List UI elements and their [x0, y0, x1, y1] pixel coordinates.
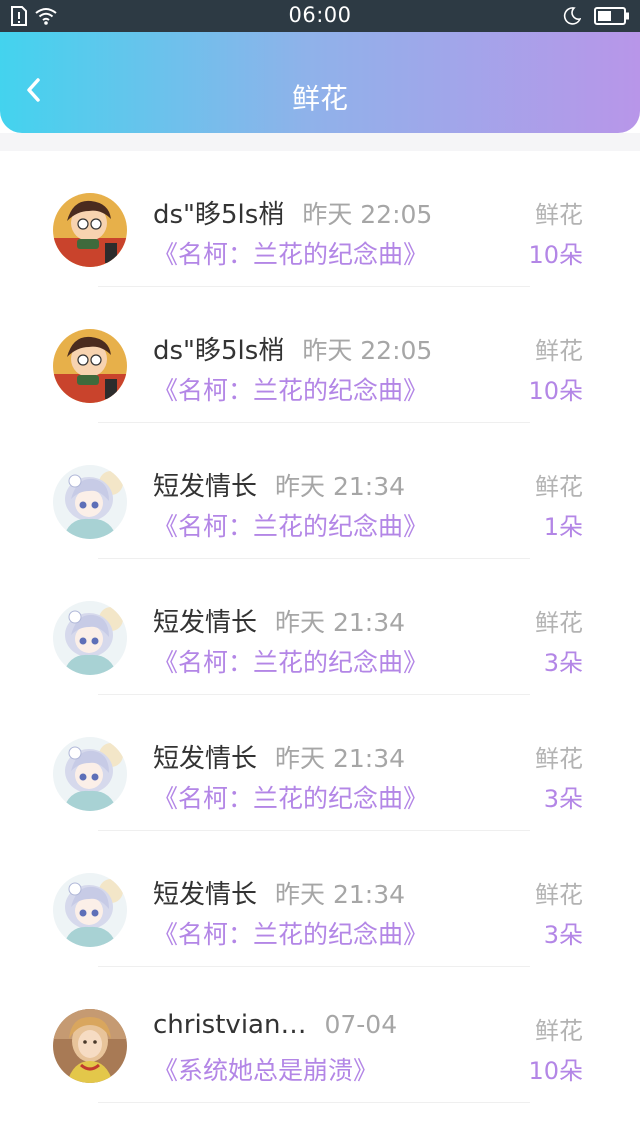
moon-icon: [563, 7, 582, 29]
user-name: 短发情长 昨天 21:34: [153, 880, 406, 910]
list-item[interactable]: ds"眵5ls梢 昨天 22:05 《名柯：兰花的纪念曲》 鲜花 10朵: [0, 151, 640, 287]
timestamp: 昨天 22:05: [302, 200, 433, 229]
gift-type: 鲜花: [535, 473, 583, 501]
avatar[interactable]: [53, 1009, 127, 1083]
list-item[interactable]: 短发情长 昨天 21:34 《名柯：兰花的纪念曲》 鲜花 1朵: [0, 423, 640, 559]
gift-count: 3朵: [543, 921, 583, 949]
gift-type: 鲜花: [535, 609, 583, 637]
battery-icon: [594, 7, 630, 29]
gift-type: 鲜花: [535, 201, 583, 229]
list-item[interactable]: 短发情长 昨天 21:34 《名柯：兰花的纪念曲》 鲜花 3朵: [0, 695, 640, 831]
gift-type: 鲜花: [535, 337, 583, 365]
list-item[interactable]: 短发情长 昨天 21:34 《名柯：兰花的纪念曲》 鲜花 3朵: [0, 559, 640, 695]
gift-count: 10朵: [528, 377, 583, 405]
timestamp: 07-04: [324, 1010, 398, 1039]
timestamp: 昨天 21:34: [275, 608, 406, 637]
song-title[interactable]: 《名柯：兰花的纪念曲》: [153, 915, 428, 951]
gift-count: 1朵: [543, 513, 583, 541]
song-title[interactable]: 《名柯：兰花的纪念曲》: [153, 371, 428, 407]
flower-record-list: ds"眵5ls梢 昨天 22:05 《名柯：兰花的纪念曲》 鲜花 10朵 ds"眵…: [0, 151, 640, 1103]
user-name: ds"眵5ls梢 昨天 22:05: [153, 200, 433, 230]
user-name: 短发情长 昨天 21:34: [153, 744, 406, 774]
avatar[interactable]: [53, 737, 127, 811]
song-title[interactable]: 《名柯：兰花的纪念曲》: [153, 507, 428, 543]
gift-type: 鲜花: [535, 745, 583, 773]
gift-count: 3朵: [543, 785, 583, 813]
timestamp: 昨天 22:05: [302, 336, 433, 365]
list-item[interactable]: ds"眵5ls梢 昨天 22:05 《名柯：兰花的纪念曲》 鲜花 10朵: [0, 287, 640, 423]
avatar[interactable]: [53, 329, 127, 403]
status-time: 06:00: [288, 3, 352, 27]
song-title[interactable]: 《名柯：兰花的纪念曲》: [153, 643, 428, 679]
gift-count: 3朵: [543, 649, 583, 677]
avatar[interactable]: [53, 193, 127, 267]
timestamp: 昨天 21:34: [275, 472, 406, 501]
song-title[interactable]: 《名柯：兰花的纪念曲》: [153, 779, 428, 815]
gift-count: 10朵: [528, 1057, 583, 1085]
user-name: christvian… 07-04: [153, 1010, 398, 1040]
avatar[interactable]: [53, 465, 127, 539]
list-item[interactable]: 短发情长 昨天 21:34 《名柯：兰花的纪念曲》 鲜花 3朵: [0, 831, 640, 967]
header-bar: 鲜花: [0, 32, 640, 133]
gift-type: 鲜花: [535, 881, 583, 909]
gift-count: 10朵: [528, 241, 583, 269]
user-name: 短发情长 昨天 21:34: [153, 608, 406, 638]
timestamp: 昨天 21:34: [275, 880, 406, 909]
timestamp: 昨天 21:34: [275, 744, 406, 773]
status-bar: 06:00: [0, 0, 640, 32]
avatar[interactable]: [53, 873, 127, 947]
page-title: 鲜花: [291, 82, 348, 115]
list-item[interactable]: christvian… 07-04 《系统她总是崩溃》 鲜花 10朵: [0, 967, 640, 1103]
divider: [98, 1102, 530, 1103]
song-title[interactable]: 《系统她总是崩溃》: [153, 1051, 378, 1087]
gift-type: 鲜花: [535, 1017, 583, 1045]
section-gap: [0, 133, 640, 151]
user-name: ds"眵5ls梢 昨天 22:05: [153, 336, 433, 366]
song-title[interactable]: 《名柯：兰花的纪念曲》: [153, 235, 428, 271]
avatar[interactable]: [53, 601, 127, 675]
user-name: 短发情长 昨天 21:34: [153, 472, 406, 502]
